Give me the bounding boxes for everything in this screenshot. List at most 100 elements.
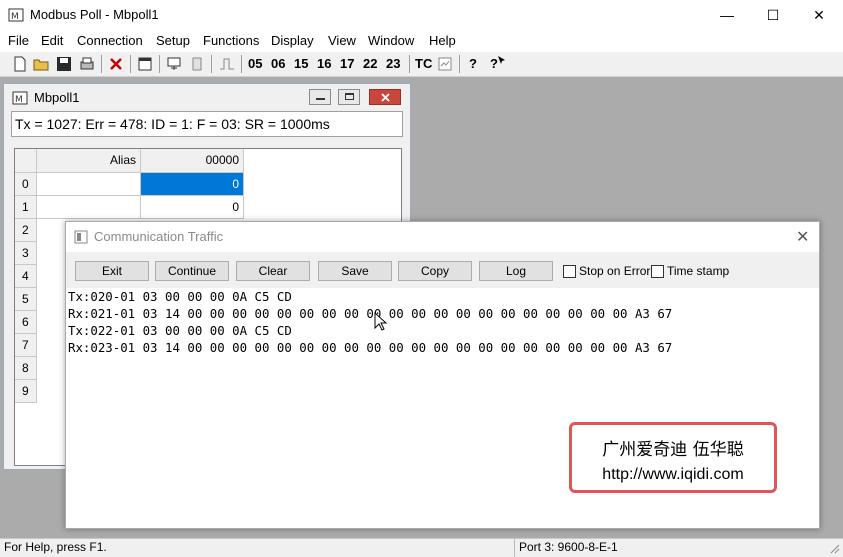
log-bytes: :020-01 03 00 00 00 0A C5 CD [82, 289, 292, 304]
traffic-window-icon [74, 230, 88, 244]
function-15-button[interactable]: 15 [294, 55, 308, 73]
traffic-dialog-title: Communication Traffic [94, 229, 224, 244]
function-22-button[interactable]: 22 [363, 55, 377, 73]
disconnect-icon[interactable] [108, 56, 124, 72]
log-bytes: :022-01 03 00 00 00 0A C5 CD [82, 323, 292, 338]
poll-status-line: Tx = 1027: Err = 478: ID = 1: F = 03: SR… [11, 111, 403, 137]
log-button[interactable]: Log [479, 261, 553, 281]
grid-corner-cell [15, 149, 37, 173]
status-help-text: For Help, press F1. [4, 540, 107, 554]
toolbar-separator [159, 55, 160, 73]
log-direction: Tx [68, 289, 83, 304]
row-header: 6 [15, 311, 37, 334]
toolbar-separator [241, 55, 242, 73]
log-line: Tx:020-01 03 00 00 00 0A C5 CD [68, 289, 292, 304]
new-file-icon[interactable] [12, 56, 28, 72]
pulse-icon[interactable] [219, 56, 235, 72]
toolbar-separator [130, 55, 131, 73]
main-title-bar: M Modbus Poll - Mbpoll1 — ☐ ✕ [0, 0, 843, 30]
log-line: Rx:021-01 03 14 00 00 00 00 00 00 00 00 … [68, 306, 672, 321]
menu-display[interactable]: Display [271, 33, 314, 48]
menu-help[interactable]: Help [429, 33, 456, 48]
close-icon [381, 93, 390, 102]
log-line: Rx:023-01 03 14 00 00 00 00 00 00 00 00 … [68, 340, 672, 355]
status-port-info: Port 3: 9600-8-E-1 [519, 540, 618, 554]
time-stamp-label: Time stamp [667, 264, 730, 278]
traffic-monitor-icon[interactable] [437, 56, 453, 72]
continue-button[interactable]: Continue [155, 261, 229, 281]
status-divider [514, 539, 515, 557]
save-button[interactable]: Save [318, 261, 392, 281]
log-line: Tx:022-01 03 00 00 00 0A C5 CD [68, 323, 292, 338]
menu-connection[interactable]: Connection [77, 33, 143, 48]
menu-bar: File Edit Connection Setup Functions Dis… [0, 30, 843, 52]
time-stamp-checkbox[interactable] [651, 265, 664, 278]
close-button[interactable]: ✕ [796, 0, 842, 30]
traffic-close-button[interactable]: ✕ [796, 227, 809, 247]
menu-window[interactable]: Window [368, 33, 414, 48]
watermark-author: 广州爱奇迪 伍华聪 [602, 440, 744, 460]
menu-edit[interactable]: Edit [41, 33, 63, 48]
resize-grip-icon[interactable] [828, 542, 840, 554]
alias-cell[interactable] [37, 173, 141, 196]
toolbar-separator [211, 55, 212, 73]
address-column-header: 00000 [141, 149, 244, 173]
toolbar-separator [409, 55, 410, 73]
log-direction: Tx [68, 323, 83, 338]
test-center-icon[interactable] [189, 56, 205, 72]
print-icon[interactable] [79, 56, 95, 72]
row-header: 2 [15, 219, 37, 242]
copy-button[interactable]: Copy [398, 261, 472, 281]
stop-on-error-checkbox[interactable] [563, 265, 576, 278]
svg-text:M: M [11, 12, 19, 22]
row-header: 5 [15, 288, 37, 311]
function-16-button[interactable]: 16 [317, 55, 331, 73]
window-title: Modbus Poll - Mbpoll1 [30, 7, 159, 22]
register-value-cell[interactable]: 0 [141, 196, 244, 219]
row-header: 1 [15, 196, 37, 219]
read-device-icon[interactable] [166, 56, 182, 72]
child-title-bar: M Mbpoll1 [4, 84, 410, 110]
menu-file[interactable]: File [8, 33, 29, 48]
row-header: 7 [15, 334, 37, 357]
pointer-arrow-icon [498, 56, 505, 64]
stop-on-error-label: Stop on Error [579, 264, 651, 278]
toolbar: 05 06 15 16 17 22 23 TC ? ? [0, 52, 843, 77]
child-close-button[interactable] [369, 89, 401, 105]
function-17-button[interactable]: 17 [340, 55, 354, 73]
log-bytes: :023-01 03 14 00 00 00 00 00 00 00 00 00… [82, 340, 673, 355]
open-folder-icon[interactable] [33, 56, 49, 72]
child-maximize-button[interactable] [338, 89, 360, 105]
toolbar-separator [459, 55, 460, 73]
menu-setup[interactable]: Setup [156, 33, 190, 48]
row-header: 0 [15, 173, 37, 196]
function-05-button[interactable]: 05 [248, 55, 262, 73]
child-minimize-button[interactable] [309, 89, 331, 105]
menu-functions[interactable]: Functions [203, 33, 259, 48]
function-06-button[interactable]: 06 [271, 55, 285, 73]
alias-cell[interactable] [37, 196, 141, 219]
help-button[interactable]: ? [469, 55, 477, 73]
traffic-title-bar: Communication Traffic ✕ [66, 222, 819, 252]
window-icon[interactable] [137, 56, 153, 72]
svg-text:M: M [15, 95, 23, 105]
register-value-cell-selected[interactable]: 0 [141, 173, 244, 196]
row-header: 3 [15, 242, 37, 265]
log-direction: Rx [68, 306, 83, 321]
clear-button[interactable]: Clear [236, 261, 310, 281]
function-23-button[interactable]: 23 [386, 55, 400, 73]
child-window-title: Mbpoll1 [34, 90, 80, 105]
watermark-url: http://www.iqidi.com [602, 466, 744, 483]
app-icon: M [8, 8, 24, 22]
tc-button[interactable]: TC [415, 55, 432, 73]
minimize-button[interactable]: — [704, 0, 750, 30]
alias-column-header: Alias [37, 149, 141, 173]
save-icon[interactable] [56, 56, 72, 72]
exit-button[interactable]: Exit [75, 261, 149, 281]
menu-view[interactable]: View [328, 33, 356, 48]
row-header: 4 [15, 265, 37, 288]
mouse-cursor-icon [374, 312, 388, 331]
row-header: 8 [15, 357, 37, 380]
maximize-button[interactable]: ☐ [750, 0, 796, 30]
row-header: 9 [15, 380, 37, 403]
